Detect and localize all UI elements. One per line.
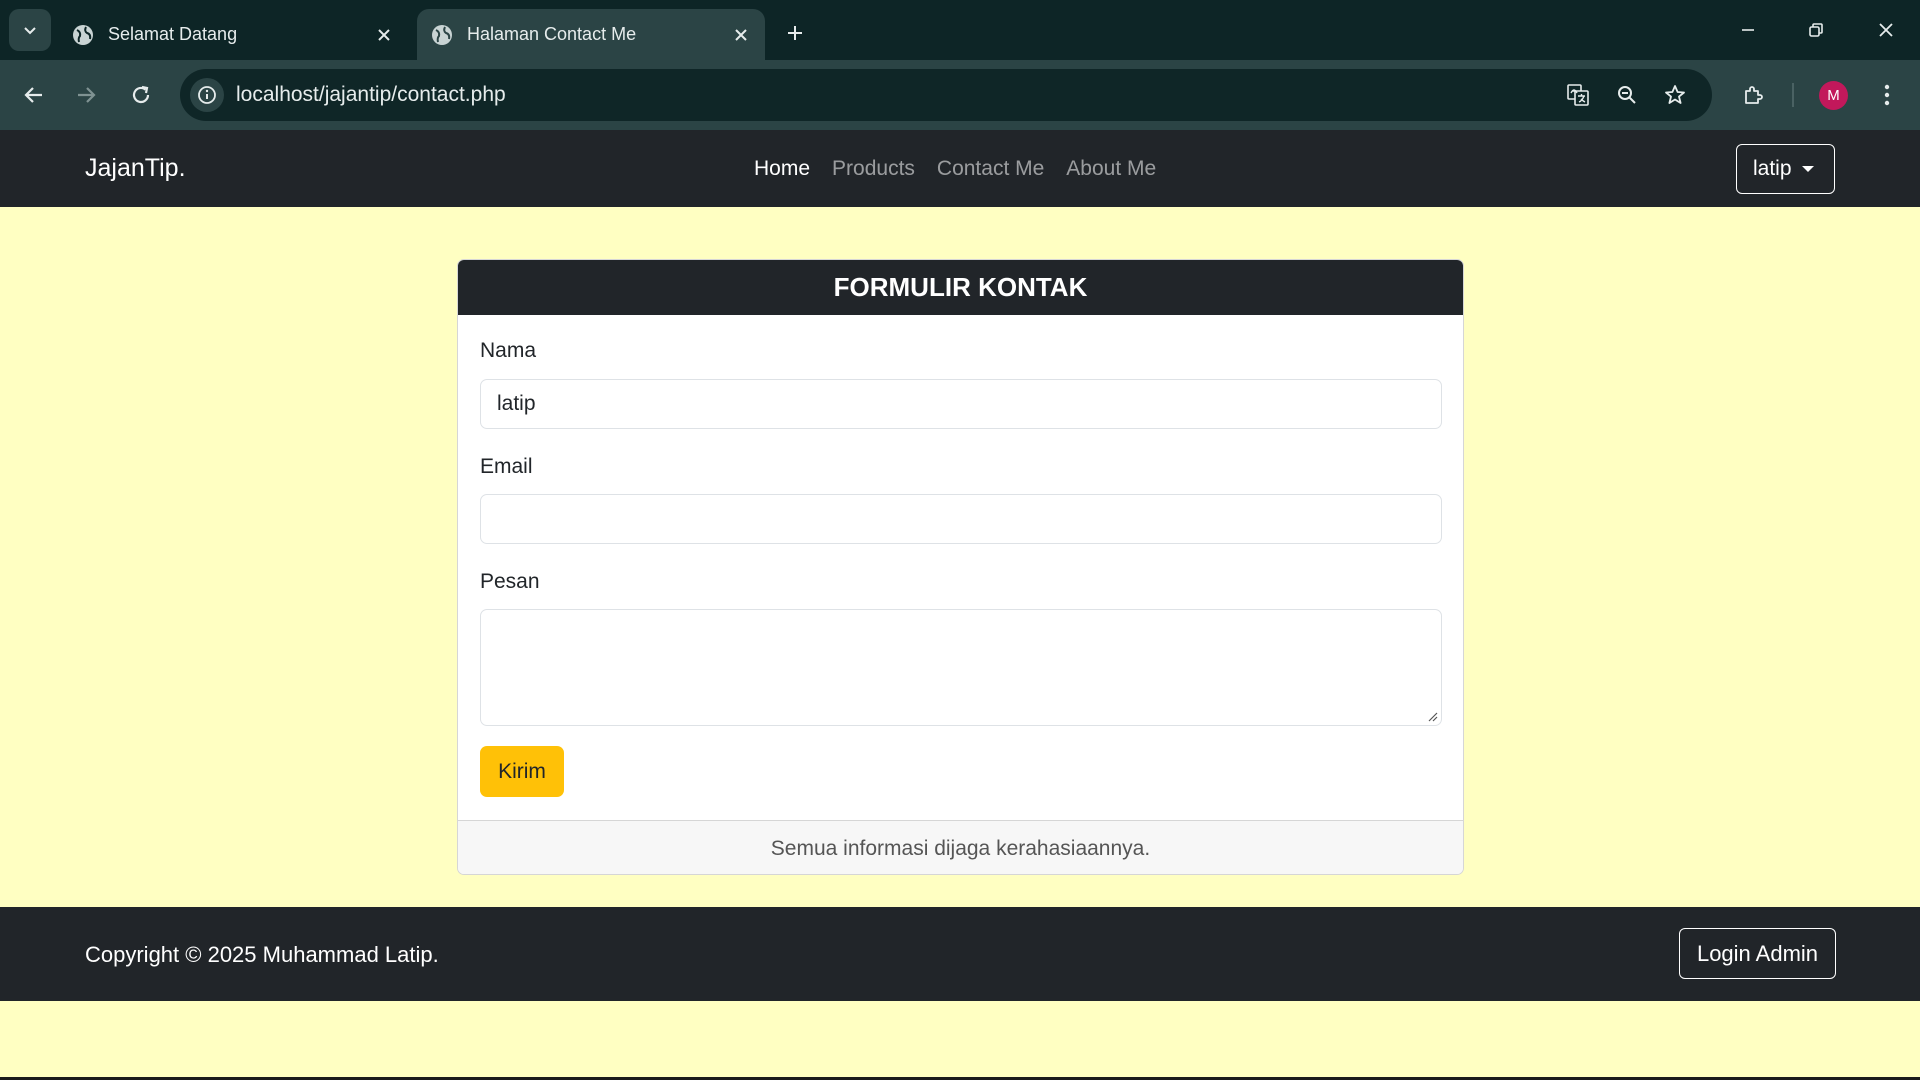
nav-links: Home Products Contact Me About Me: [754, 157, 1156, 181]
card-footer-note: Semua informasi dijaga kerahasiaannya.: [458, 820, 1463, 874]
tab-halaman-contact-me[interactable]: Halaman Contact Me: [417, 9, 765, 60]
arrow-left-icon: [24, 87, 42, 103]
extensions-icon[interactable]: [1734, 75, 1774, 115]
address-bar[interactable]: localhost/jajantip/contact.php: [180, 69, 1712, 121]
message-label: Pesan: [480, 570, 540, 593]
tab-title: Halaman Contact Me: [467, 24, 637, 44]
close-window-button[interactable]: [1852, 0, 1920, 60]
reload-icon: [132, 85, 150, 104]
contact-form-card: FORMULIR KONTAK Nama latip Email Pesan K…: [457, 259, 1464, 875]
nav-link-about-me[interactable]: About Me: [1066, 157, 1156, 181]
nav-link-products[interactable]: Products: [832, 157, 915, 181]
url-text[interactable]: localhost/jajantip/contact.php: [236, 83, 506, 107]
brand-logo[interactable]: JajanTip.: [85, 154, 186, 183]
kebab-menu-icon[interactable]: [1867, 75, 1907, 115]
name-input-value: latip: [497, 392, 536, 415]
message-textarea[interactable]: [480, 609, 1442, 726]
name-input[interactable]: latip: [480, 379, 1442, 429]
chevron-down-icon: [24, 27, 36, 35]
name-label: Nama: [480, 339, 537, 362]
site-footer: Copyright © 2025 Muhammad Latip. Login A…: [0, 907, 1920, 1001]
restore-button[interactable]: [1782, 0, 1850, 60]
nav-link-home[interactable]: Home: [754, 157, 810, 181]
restore-icon: [1809, 23, 1823, 37]
arrow-right-icon: [78, 87, 96, 103]
site-info-icon[interactable]: [190, 78, 224, 112]
browser-tabstrip: Selamat Datang Halaman Contact Me: [0, 0, 1920, 60]
card-title: FORMULIR KONTAK: [458, 260, 1463, 315]
close-icon[interactable]: [370, 21, 398, 49]
profile-avatar[interactable]: M: [1819, 81, 1848, 110]
minimize-button[interactable]: [1714, 0, 1782, 60]
close-icon[interactable]: [727, 21, 755, 49]
reload-button[interactable]: [121, 75, 161, 115]
globe-icon: [72, 24, 94, 46]
minimize-icon: [1742, 29, 1754, 31]
back-button[interactable]: [14, 75, 54, 115]
browser-toolbar: localhost/jajantip/contact.php M: [0, 60, 1920, 130]
nav-link-contact-me[interactable]: Contact Me: [937, 157, 1044, 181]
tab-title: Selamat Datang: [108, 24, 238, 44]
forward-button[interactable]: [66, 75, 106, 115]
translate-icon[interactable]: [1561, 78, 1595, 112]
site-navbar: JajanTip. Home Products Contact Me About…: [0, 130, 1920, 207]
email-label: Email: [480, 455, 533, 478]
bookmark-star-icon[interactable]: [1658, 78, 1692, 112]
email-input[interactable]: [480, 494, 1442, 544]
zoom-icon[interactable]: [1610, 78, 1644, 112]
user-dropdown-button[interactable]: latip: [1736, 144, 1835, 194]
toolbar-divider: [1792, 83, 1794, 107]
globe-icon: [431, 24, 453, 46]
user-dropdown-label: latip: [1753, 157, 1792, 180]
plus-icon: [788, 26, 802, 40]
copyright-text: Copyright © 2025 Muhammad Latip.: [85, 942, 439, 967]
caret-down-icon: [1801, 166, 1814, 172]
submit-button[interactable]: Kirim: [480, 746, 564, 797]
tab-selamat-datang[interactable]: Selamat Datang: [58, 9, 408, 60]
tab-search-button[interactable]: [9, 9, 51, 51]
close-icon: [1879, 23, 1893, 37]
login-admin-button[interactable]: Login Admin: [1679, 928, 1836, 979]
new-tab-button[interactable]: [776, 14, 814, 52]
resize-grip-icon[interactable]: [1426, 710, 1438, 722]
